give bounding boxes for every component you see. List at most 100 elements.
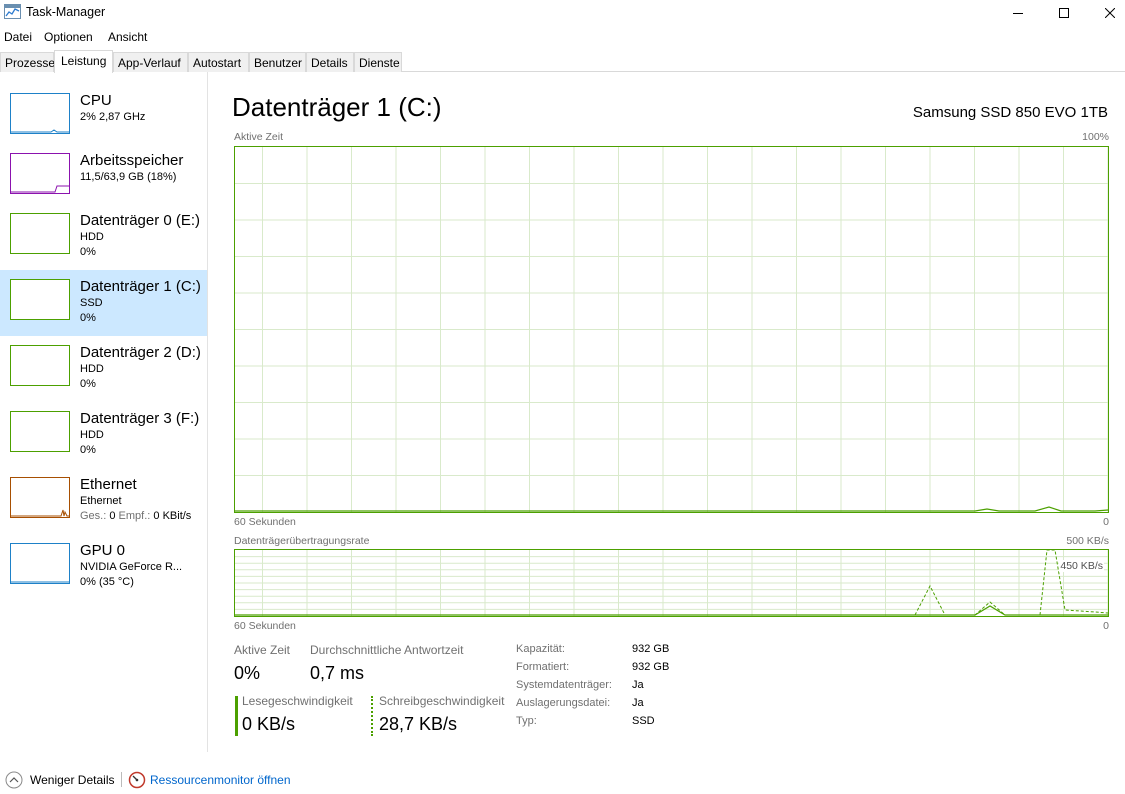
maximize-button[interactable]	[1041, 0, 1087, 26]
transfer-rate-max-label: 500 KB/s	[1066, 535, 1109, 547]
page-file-value: Ja	[632, 697, 644, 709]
tab-benutzer[interactable]: Benutzer	[249, 52, 306, 72]
sidebar-item-sub: Ethernet	[80, 495, 122, 507]
transfer-rate-graph-label: Datenträgerübertragungsrate	[234, 535, 370, 547]
sidebar-item-memory[interactable]: Arbeitsspeicher 11,5/63,9 GB (18%)	[0, 148, 207, 214]
memory-thumbnail-graph	[11, 185, 69, 193]
sidebar-item-ethernet[interactable]: Ethernet Ethernet Ges.: 0 Empf.: 0 KBit/…	[0, 472, 207, 538]
sidebar-item-name: GPU 0	[80, 542, 126, 559]
sidebar-item-sub: SSD	[80, 297, 103, 309]
sidebar-item-disk-1[interactable]: Datenträger 1 (C:) SSD 0%	[0, 270, 207, 336]
tab-bar: Prozesse Leistung App-Verlauf Autostart …	[0, 50, 1125, 73]
menu-optionen[interactable]: Optionen	[44, 30, 93, 44]
type-value: SSD	[632, 715, 655, 727]
write-speed-indicator	[371, 696, 373, 736]
minimize-button[interactable]	[995, 0, 1041, 26]
cpu-thumbnail-graph	[11, 129, 69, 133]
tab-autostart[interactable]: Autostart	[188, 52, 249, 72]
menu-ansicht[interactable]: Ansicht	[108, 30, 147, 44]
task-manager-icon	[4, 4, 21, 19]
gpu-thumbnail	[10, 543, 70, 584]
sidebar-item-name: CPU	[80, 92, 112, 109]
response-time-value: 0,7 ms	[310, 663, 365, 683]
page-title: Datenträger 1 (C:)	[232, 92, 442, 122]
disk-3-thumbnail	[10, 411, 70, 452]
active-time-min-label: 0	[1103, 516, 1109, 528]
read-speed-value: 0 KB/s	[242, 714, 296, 734]
sidebar-item-disk-3[interactable]: Datenträger 3 (F:) HDD 0%	[0, 406, 207, 472]
transfer-rate-duration-label: 60 Sekunden	[234, 620, 296, 632]
ethernet-send-value: 0	[109, 510, 116, 522]
system-disk-label: Systemdatenträger:	[516, 679, 612, 691]
title-bar: Task-Manager	[0, 0, 1125, 26]
sidebar-item-disk-2[interactable]: Datenträger 2 (D:) HDD 0%	[0, 340, 207, 406]
ethernet-thumbnail	[10, 477, 70, 518]
active-time-duration-label: 60 Sekunden	[234, 516, 296, 528]
sidebar-item-usage: 0%	[80, 246, 96, 258]
close-icon	[1105, 8, 1115, 18]
active-time-stat-label: Aktive Zeit	[234, 643, 291, 657]
capacity-value: 932 GB	[632, 643, 670, 655]
sidebar-item-cpu[interactable]: CPU 2% 2,87 GHz	[0, 88, 207, 154]
active-time-graph	[234, 146, 1109, 513]
response-time-label: Durchschnittliche Antwortzeit	[310, 643, 464, 657]
footer-divider	[121, 772, 122, 787]
sidebar-item-disk-0[interactable]: Datenträger 0 (E:) HDD 0%	[0, 208, 207, 274]
ethernet-receive-value: 0 KBit/s	[153, 510, 192, 522]
tab-prozesse[interactable]: Prozesse	[0, 52, 55, 72]
disk-2-thumbnail	[10, 345, 70, 386]
type-label: Typ:	[516, 715, 537, 727]
ethernet-send-label: Ges.:	[80, 510, 107, 522]
sidebar-item-sub: 11,5/63,9 GB (18%)	[80, 171, 177, 183]
sidebar-item-sub: 2% 2,87 GHz	[80, 111, 146, 123]
sidebar-item-gpu-0[interactable]: GPU 0 NVIDIA GeForce R... 0% (35 °C)	[0, 538, 207, 604]
read-speed-indicator	[235, 696, 238, 736]
sidebar-item-name: Ethernet	[80, 476, 137, 493]
device-model: Samsung SSD 850 EVO 1TB	[912, 104, 1108, 121]
active-time-graph-canvas	[235, 147, 1109, 512]
sidebar-item-sub: HDD	[80, 429, 104, 441]
formatted-label: Formatiert:	[516, 661, 570, 673]
minimize-icon	[1013, 13, 1023, 14]
write-speed-value: 28,7 KB/s	[379, 714, 458, 734]
sidebar-item-sub: NVIDIA GeForce R...	[80, 561, 183, 573]
fewer-details-button[interactable]: Weniger Details	[30, 773, 114, 787]
gpu-thumbnail-graph	[11, 581, 69, 583]
ethernet-receive-label: Empf.:	[118, 510, 151, 522]
sidebar-item-usage: 0%	[80, 312, 96, 324]
tab-details[interactable]: Details	[306, 52, 354, 72]
active-time-max-label: 100%	[1082, 131, 1109, 143]
sidebar-item-name: Datenträger 3 (F:)	[80, 410, 200, 427]
system-disk-value: Ja	[632, 679, 644, 691]
formatted-value: 932 GB	[632, 661, 670, 673]
tab-app-verlauf[interactable]: App-Verlauf	[113, 52, 188, 72]
write-speed-label: Schreibgeschwindigkeit	[379, 694, 505, 708]
chevron-up-circle-icon[interactable]	[5, 771, 23, 789]
sidebar-item-usage: 0%	[80, 378, 96, 390]
read-speed-label: Lesegeschwindigkeit	[242, 694, 353, 708]
capacity-label: Kapazität:	[516, 643, 565, 655]
tab-leistung[interactable]: Leistung	[54, 50, 113, 73]
active-time-graph-label: Aktive Zeit	[234, 131, 284, 143]
open-resource-monitor-link[interactable]: Ressourcenmonitor öffnen	[150, 773, 291, 787]
active-time-trace	[235, 506, 1109, 512]
sidebar: CPU 2% 2,87 GHz Arbeitsspeicher 11,5/63,…	[0, 72, 208, 752]
transfer-rate-graph: 450 KB/s	[234, 549, 1109, 617]
memory-thumbnail	[10, 153, 70, 194]
transfer-rate-inner-label: 450 KB/s	[1059, 560, 1104, 572]
page-file-label: Auslagerungsdatei:	[516, 697, 611, 709]
menu-datei[interactable]: Datei	[4, 30, 32, 44]
sidebar-item-name: Datenträger 1 (C:)	[80, 278, 201, 295]
disk-1-thumbnail	[10, 279, 70, 320]
resource-monitor-icon[interactable]	[128, 771, 146, 789]
close-button[interactable]	[1087, 0, 1125, 26]
sidebar-item-sub: HDD	[80, 363, 104, 375]
cpu-thumbnail	[10, 93, 70, 134]
footer: Weniger Details Ressourcenmonitor öffnen	[0, 764, 1125, 794]
maximize-icon	[1059, 8, 1069, 18]
ethernet-thumbnail-graph	[11, 509, 69, 517]
tab-dienste[interactable]: Dienste	[354, 52, 402, 72]
active-time-stat-value: 0%	[234, 663, 261, 683]
transfer-rate-min-label: 0	[1103, 620, 1109, 632]
sidebar-item-sub: HDD	[80, 231, 104, 243]
